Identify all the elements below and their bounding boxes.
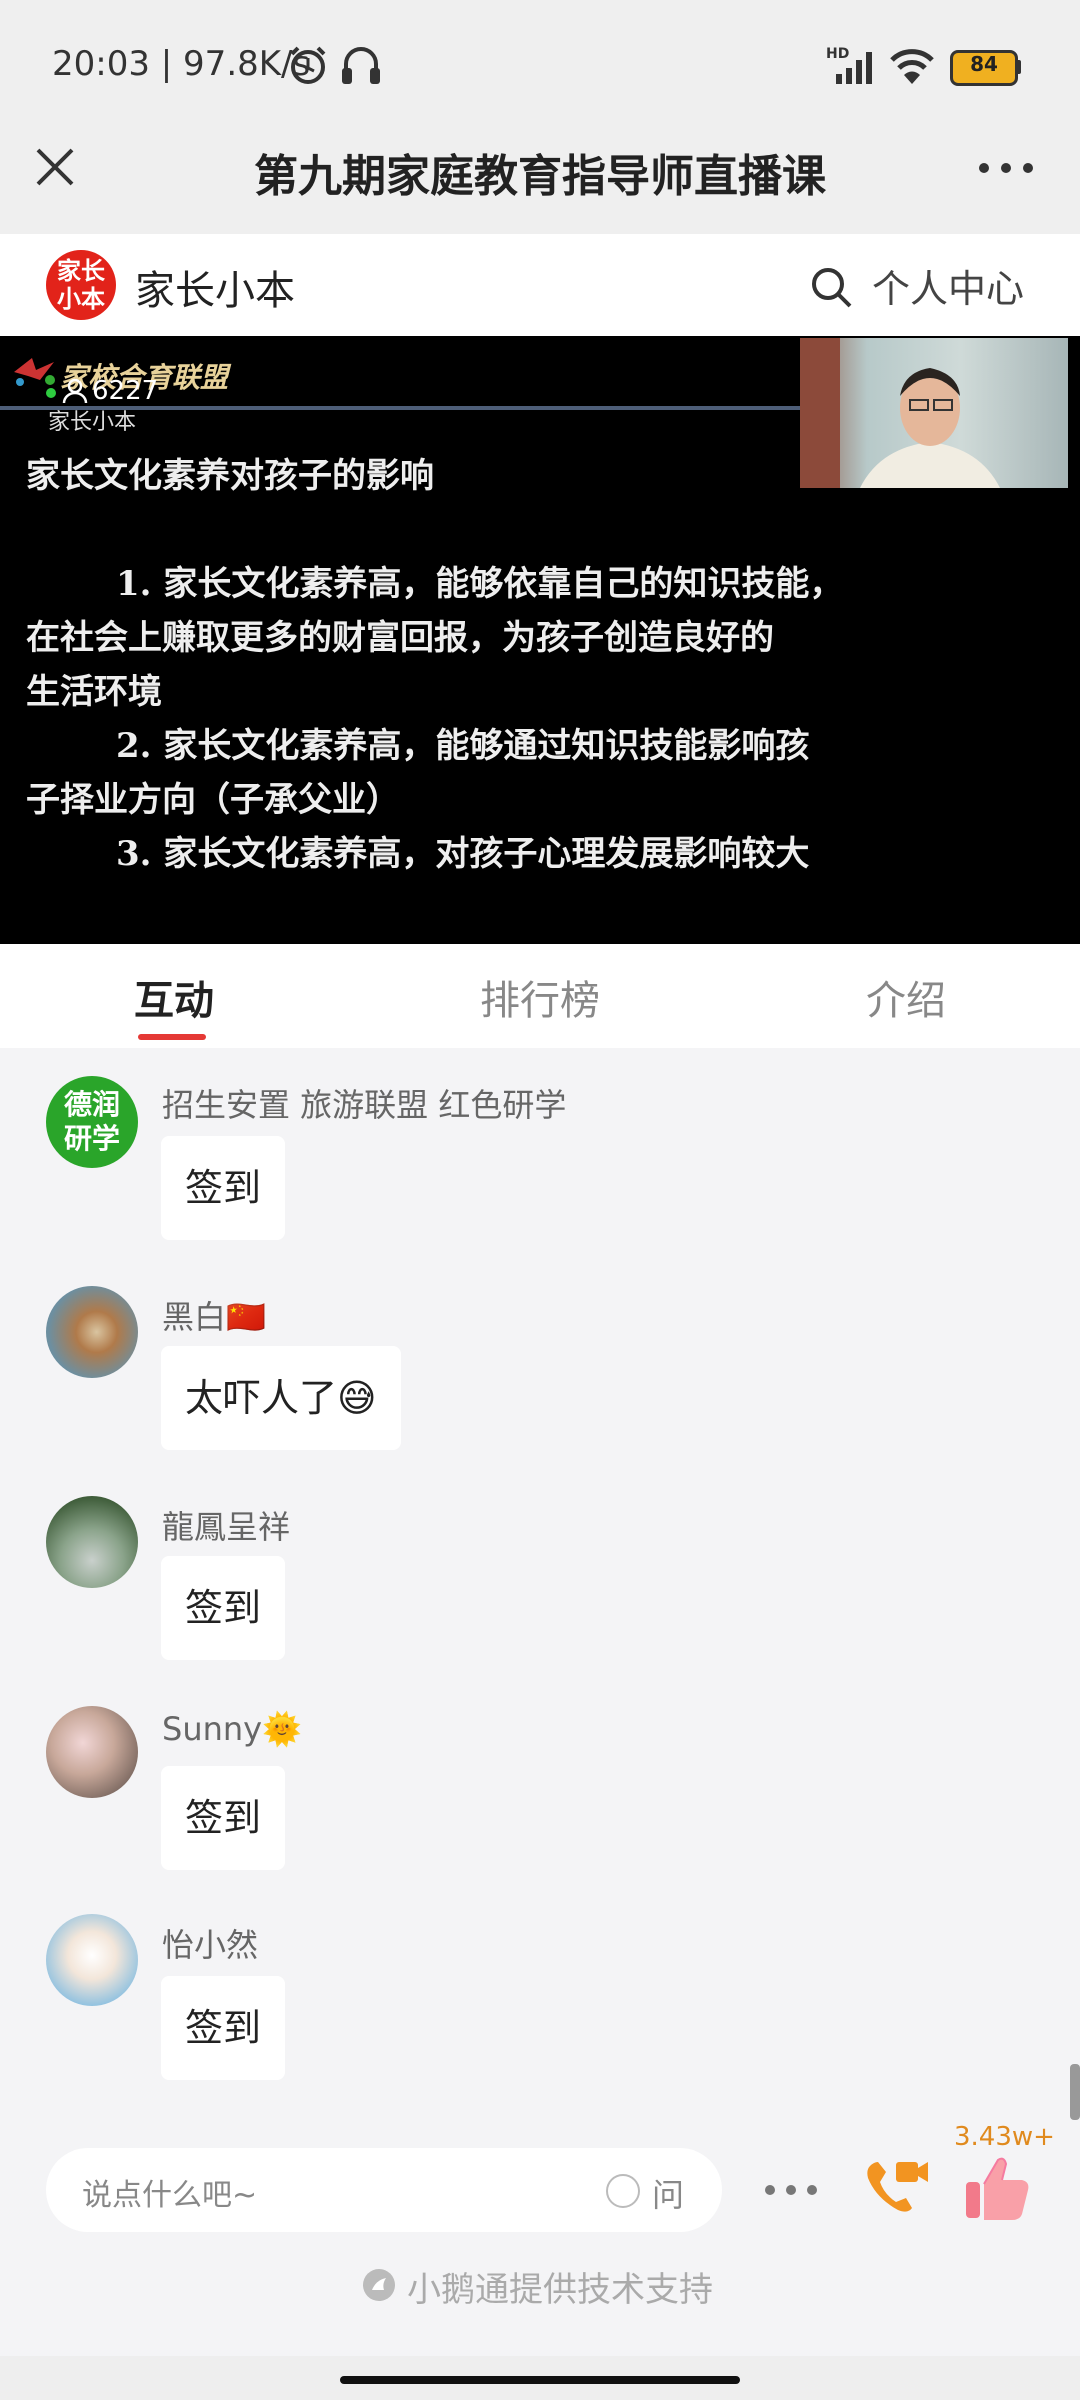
like-count: 3.43w+ <box>954 2122 1055 2152</box>
message-bubble: 太吓人了😅 <box>161 1346 401 1450</box>
presenter-figure <box>800 338 1000 488</box>
powered-by-text: 小鹅通提供技术支持 <box>407 2270 713 2310</box>
tab-interaction[interactable]: 互动 <box>134 968 214 1026</box>
slide-line-5: 子择业方向（子承父业） <box>26 780 400 820</box>
page-title: 第九期家庭教育指导师直播课 <box>254 151 826 202</box>
slide-line-1: 1. 家长文化素养高，能够依靠自己的知识技能， <box>116 564 844 604</box>
avatar-text: 德润研学 <box>63 1088 120 1155</box>
comment-input-placeholder: 说点什么吧~ <box>82 2178 258 2213</box>
active-tab-indicator <box>138 1034 206 1040</box>
avatar[interactable]: 德润研学 <box>46 1076 138 1168</box>
slide-watermark: 家长小本 <box>48 410 137 435</box>
username: 龍鳳呈祥 <box>162 1508 291 1546</box>
slide-line-2: 在社会上赚取更多的财富回报，为孩子创造良好的 <box>26 618 774 658</box>
avatar[interactable] <box>46 1914 138 2006</box>
presenter-camera <box>800 338 1068 488</box>
like-icon[interactable] <box>960 2152 1034 2224</box>
username: Sunny🌞 <box>162 1710 302 1748</box>
message-bubble: 签到 <box>161 1136 286 1240</box>
username: 招生安置 旅游联盟 红色研学 <box>162 1086 567 1124</box>
avatar[interactable] <box>46 1286 138 1378</box>
ask-question-toggle[interactable] <box>606 2174 640 2208</box>
alarm-icon <box>290 46 326 84</box>
username: 黑白🇨🇳 <box>162 1298 266 1336</box>
tab-introduction[interactable]: 介绍 <box>866 968 946 1026</box>
avatar[interactable] <box>46 1496 138 1588</box>
personal-center-link[interactable]: 个人中心 <box>872 258 1024 313</box>
message-bubble: 签到 <box>161 1766 286 1870</box>
slide-line-4: 2. 家长文化素养高，能够通过知识技能影响孩 <box>116 726 810 766</box>
slide-line-3: 生活环境 <box>26 672 162 712</box>
search-icon[interactable] <box>808 264 854 310</box>
signal-icon <box>836 52 872 84</box>
username: 怡小然 <box>162 1926 259 1964</box>
headphones-icon <box>342 47 380 84</box>
message-bubble: 签到 <box>161 1976 286 2080</box>
slide-line-6: 3. 家长文化素养高，对孩子心理发展影响较大 <box>116 834 810 874</box>
brand-name: 家长小本 <box>135 268 295 314</box>
video-call-icon[interactable] <box>862 2156 930 2220</box>
viewer-icon <box>62 378 88 404</box>
home-indicator[interactable] <box>340 2376 740 2384</box>
status-time: 20:03 | 97.8K/s <box>52 44 311 84</box>
battery-level: 84 <box>970 52 998 76</box>
alliance-logo-icon <box>14 358 55 386</box>
viewer-count: 6227 <box>92 376 159 406</box>
scrollbar[interactable] <box>1070 2064 1080 2120</box>
live-dot <box>46 388 56 398</box>
powered-by: 小鹅通提供技术支持 <box>0 2262 1080 2311</box>
more-icon[interactable] <box>976 156 1036 180</box>
more-options-icon[interactable] <box>762 2180 820 2200</box>
wifi-icon <box>890 49 934 84</box>
brand-logo-text: 家长小本 <box>57 257 105 313</box>
avatar[interactable] <box>46 1706 138 1798</box>
ask-question-label: 问 <box>652 2176 685 2214</box>
slide-title: 家长文化素养对孩子的影响 <box>26 456 434 496</box>
tab-leaderboard[interactable]: 排行榜 <box>480 968 600 1026</box>
brand-logo[interactable]: 家长小本 <box>46 250 116 320</box>
message-bubble: 签到 <box>161 1556 286 1660</box>
